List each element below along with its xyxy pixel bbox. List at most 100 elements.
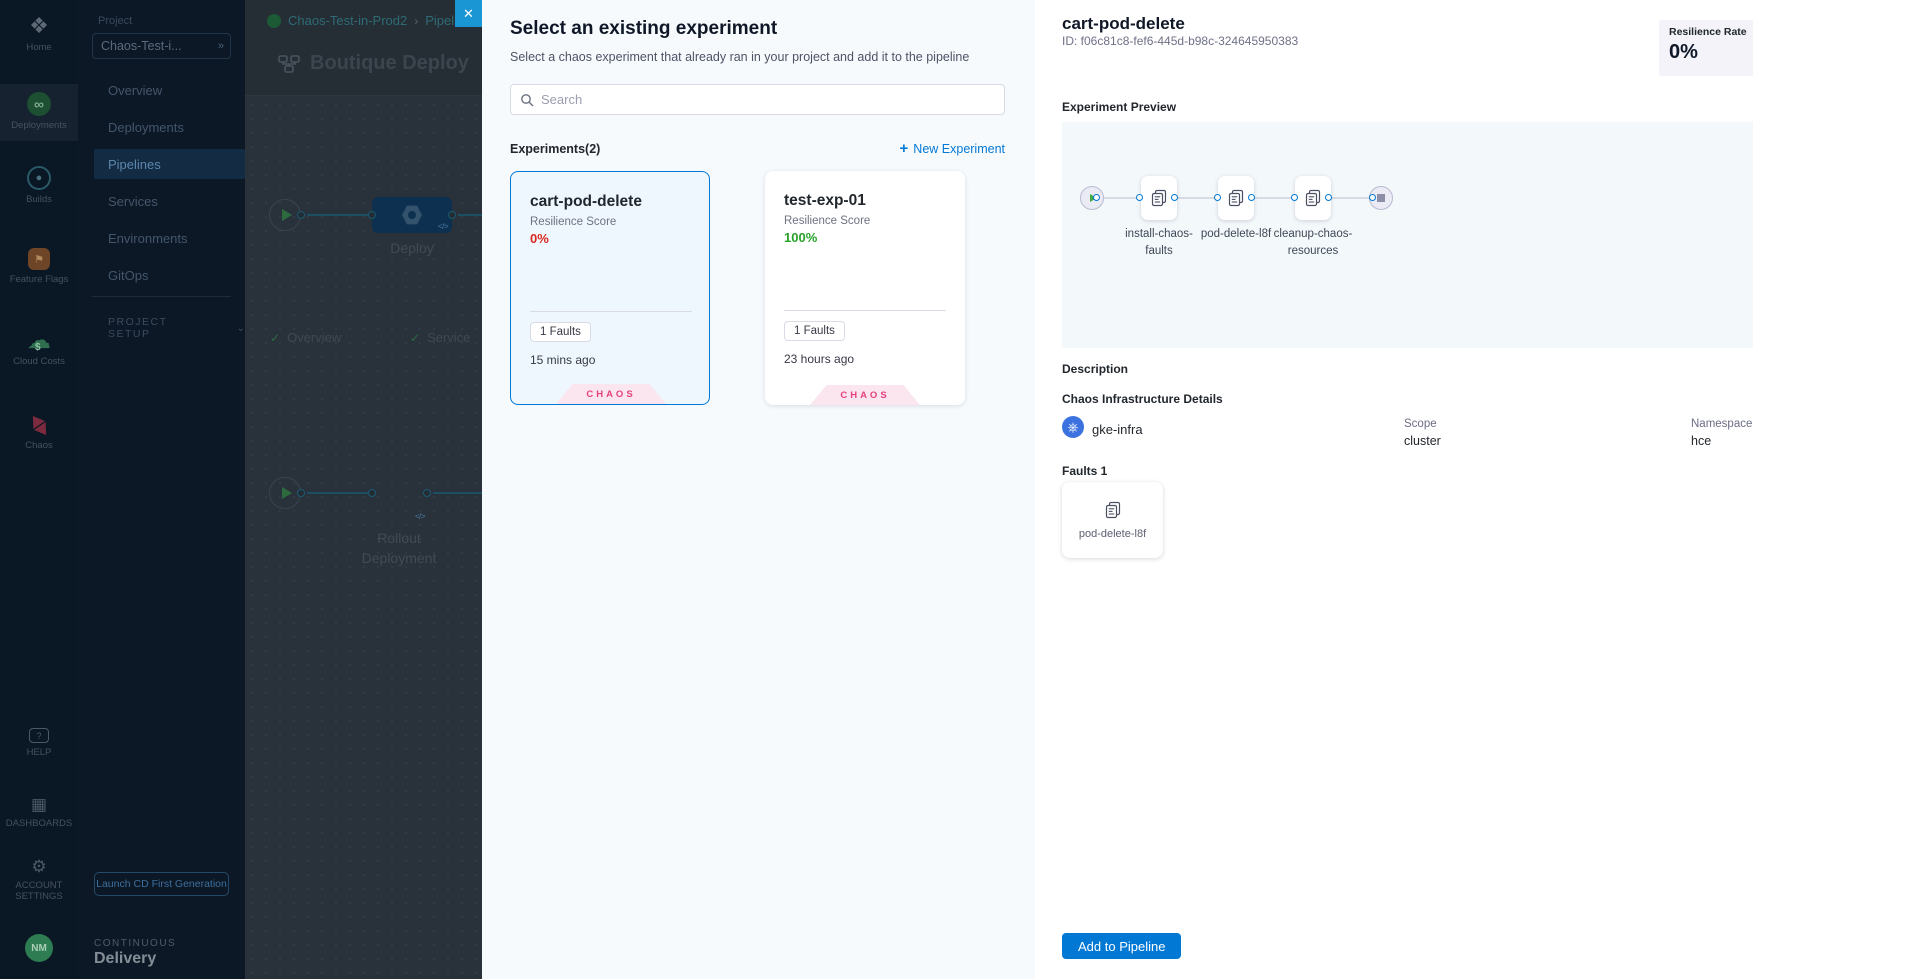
experiment-preview-panel: install-chaos-faults pod-delete-l8f clea… — [1062, 122, 1753, 348]
new-experiment-link[interactable]: + New Experiment — [900, 140, 1005, 157]
sidebar-item-home[interactable]: ❖ Home — [0, 14, 78, 53]
project-name: Chaos-Test-i... — [101, 39, 182, 53]
nav-item-environments[interactable]: Environments — [78, 220, 245, 257]
scope-label: Scope — [1404, 418, 1441, 430]
module-name: Delivery — [94, 950, 156, 968]
sidebar-item-deployments[interactable]: ∞ Deployments — [0, 84, 78, 141]
tab-service[interactable]: ✓ Service — [410, 330, 470, 345]
flow-connector-dot — [1248, 194, 1255, 201]
rail-label: Feature Flags — [10, 274, 69, 285]
infra-name: gke-infra — [1092, 422, 1143, 437]
sidebar-item-builds[interactable]: ● Builds — [0, 166, 78, 205]
infra-details-label: Chaos Infrastructure Details — [1062, 392, 1223, 406]
time-ago: 23 hours ago — [784, 352, 854, 366]
module-kicker: CONTINUOUS — [94, 938, 176, 949]
kubernetes-icon: ⎈ — [1062, 416, 1084, 438]
description-label: Description — [1062, 362, 1128, 376]
experiment-card-test-exp-01[interactable]: test-exp-01 Resilience Score 100% 1 Faul… — [765, 171, 965, 405]
sidebar-item-dashboards[interactable]: ▦ DASHBOARDS — [0, 796, 78, 829]
rail-label: HELP — [27, 747, 52, 758]
rail-label: Deployments — [11, 120, 66, 131]
dashboards-grid-icon: ▦ — [31, 796, 47, 814]
flow-connector-dot — [1291, 194, 1298, 201]
play-icon — [282, 209, 292, 221]
divider — [530, 311, 692, 312]
experiment-name: test-exp-01 — [784, 192, 866, 210]
breadcrumb-project[interactable]: Chaos-Test-in-Prod2 — [288, 13, 407, 28]
flow-connector-dot — [1093, 194, 1100, 201]
experiment-detail-title: cart-pod-delete — [1062, 14, 1185, 34]
connector-dot — [368, 211, 376, 219]
chaos-brand-ribbon: CHAOS — [556, 384, 666, 404]
plus-icon: + — [900, 140, 909, 157]
close-icon[interactable]: ✕ — [455, 0, 482, 27]
chaos-fault-icon — [1103, 500, 1123, 520]
launch-cd-first-gen-button[interactable]: Launch CD First Generation — [94, 872, 229, 896]
sidebar-item-chaos[interactable]: Chaos — [0, 414, 78, 451]
new-experiment-label: New Experiment — [913, 142, 1005, 156]
resilience-rate-box: Resilience Rate 0% — [1659, 20, 1753, 76]
modal-title: Select an existing experiment — [510, 18, 777, 40]
nav-item-overview[interactable]: Overview — [78, 72, 245, 109]
divider — [92, 296, 231, 297]
feature-flags-icon: ⚑ — [28, 248, 50, 270]
modal-subtitle: Select a chaos experiment that already r… — [510, 50, 969, 64]
harness-logo-icon: ❖ — [29, 14, 49, 38]
scope-field: Scope cluster — [1404, 418, 1441, 448]
divider — [784, 310, 946, 311]
sidebar-item-cloud-costs[interactable]: ☁$ Cloud Costs — [0, 330, 78, 367]
user-avatar[interactable]: NM — [25, 934, 53, 962]
fault-name: pod-delete-l8f — [1079, 528, 1146, 540]
flow-connector-dot — [1214, 194, 1221, 201]
nav-item-services[interactable]: Services — [78, 183, 245, 220]
cd-stage-icon — [402, 205, 422, 225]
add-to-pipeline-button[interactable]: Add to Pipeline — [1062, 933, 1181, 959]
resilience-score-value: 100% — [784, 230, 817, 245]
faults-badge: 1 Faults — [784, 321, 845, 341]
namespace-field: Namespace hce — [1691, 418, 1752, 448]
faults-badge: 1 Faults — [530, 322, 591, 342]
nav-item-gitops[interactable]: GitOps — [78, 257, 245, 294]
scope-value: cluster — [1404, 434, 1441, 448]
search-input[interactable] — [541, 92, 995, 107]
help-chat-icon: ? — [29, 728, 49, 743]
pipeline-title: Boutique Deploy — [310, 52, 469, 75]
flow-connector-dot — [1171, 194, 1178, 201]
namespace-label: Namespace — [1691, 418, 1752, 430]
flow-connector-dot — [1325, 194, 1332, 201]
pipeline-title-row: Boutique Deploy ✎ — [278, 52, 501, 75]
experiment-card-cart-pod-delete[interactable]: cart-pod-delete Resilience Score 0% 1 Fa… — [510, 171, 710, 405]
fault-card-pod-delete[interactable]: pod-delete-l8f — [1062, 482, 1163, 558]
tab-overview[interactable]: ✓ Overview — [270, 330, 341, 345]
connector-dot — [297, 489, 305, 497]
search-box — [510, 84, 1005, 115]
connector-line — [433, 492, 484, 494]
code-badge: </> — [438, 222, 448, 231]
sidebar-item-help[interactable]: ? HELP — [0, 728, 78, 758]
pipeline-graph-icon — [278, 55, 300, 73]
flow-connector-dot — [1136, 194, 1143, 201]
nav-item-deployments[interactable]: Deployments — [78, 109, 245, 146]
experiments-count: Experiments(2) — [510, 142, 600, 156]
sidebar-item-account-settings[interactable]: ⚙ ACCOUNT SETTINGS — [0, 858, 78, 902]
select-experiment-modal: ✕ Select an existing experiment Select a… — [482, 0, 1920, 979]
rail-label: Builds — [26, 194, 52, 205]
stage-node-deploy[interactable]: </> — [372, 197, 452, 233]
experiment-preview-label: Experiment Preview — [1062, 100, 1176, 114]
faults-label: Faults 1 — [1062, 464, 1107, 478]
project-selector[interactable]: Chaos-Test-i... » — [92, 33, 231, 59]
code-badge: </> — [415, 512, 425, 521]
chevron-right-icon: › — [414, 14, 418, 28]
resilience-rate-label: Resilience Rate — [1669, 26, 1743, 38]
app-screen: ❖ Home ∞ Deployments ● Builds ⚑ Feature … — [0, 0, 1920, 979]
builds-icon: ● — [27, 166, 51, 190]
check-icon: ✓ — [410, 331, 420, 345]
module-rail: ❖ Home ∞ Deployments ● Builds ⚑ Feature … — [0, 0, 78, 979]
project-setup-toggle[interactable]: PROJECT SETUP ⌄ — [108, 316, 245, 340]
connector-dot — [368, 489, 376, 497]
sidebar-item-feature-flags[interactable]: ⚑ Feature Flags — [0, 248, 78, 285]
check-icon: ✓ — [270, 331, 280, 345]
chevron-down-icon: ⌄ — [237, 323, 245, 334]
nav-item-pipelines[interactable]: Pipelines — [94, 149, 245, 179]
experiments-header-row: Experiments(2) + New Experiment — [510, 140, 1005, 157]
